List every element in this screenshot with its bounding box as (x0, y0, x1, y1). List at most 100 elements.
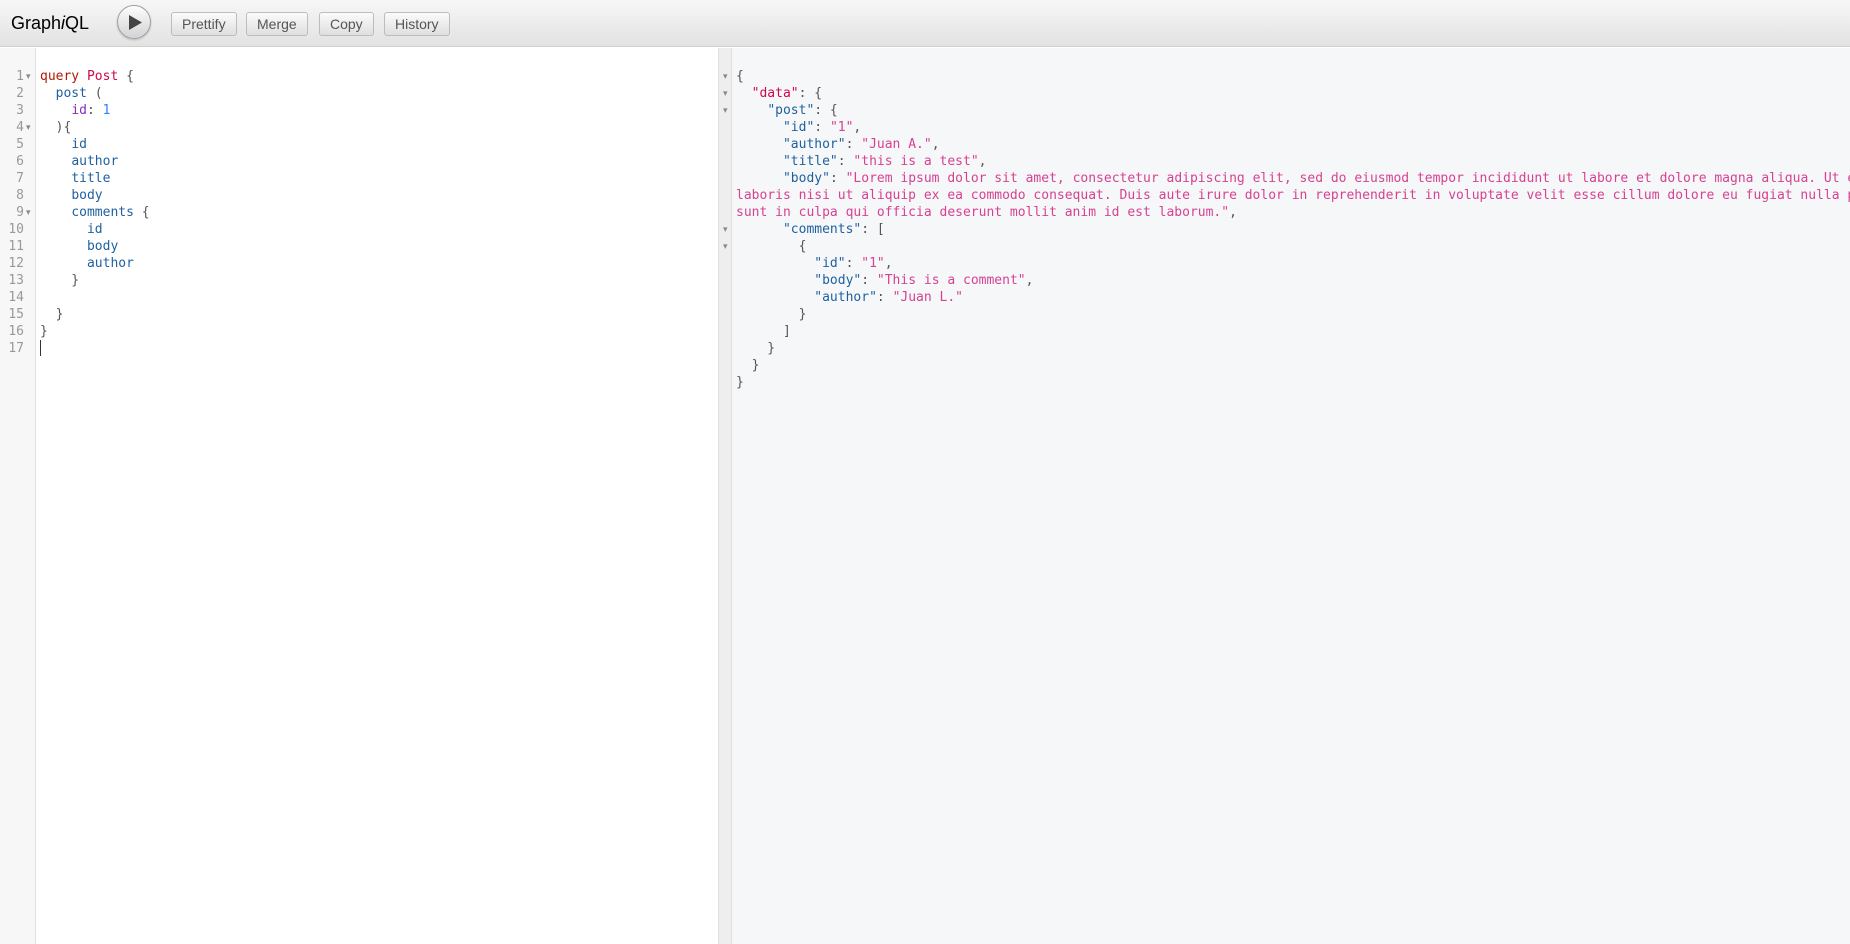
fold-toggle-icon[interactable]: ▾ (723, 68, 728, 85)
json-token: : (814, 120, 830, 135)
text-cursor (40, 340, 41, 356)
result-code-line: "id": "1", (736, 119, 861, 136)
result-code-line: { (736, 238, 807, 255)
json-token: { (736, 239, 807, 254)
prettify-button[interactable]: Prettify (171, 12, 237, 36)
json-token: "title" (782, 154, 838, 169)
code-token: body (86, 239, 119, 254)
json-token: } (736, 358, 760, 373)
code-token: id (71, 103, 87, 118)
code-token: } (40, 307, 64, 322)
code-token: author (71, 154, 119, 169)
json-token: "author" (782, 137, 846, 152)
json-token: { (736, 69, 744, 84)
json-token: "1" (829, 120, 854, 135)
result-code-line: sunt in culpa qui officia deserunt molli… (736, 204, 1237, 221)
json-token: "this is a test" (853, 154, 979, 169)
result-code-line: "comments": [ (736, 221, 885, 238)
result-code-line: } (736, 357, 760, 374)
query-code-line: id: 1 (40, 102, 110, 119)
code-token: id (71, 137, 87, 152)
json-token: , (978, 154, 987, 169)
line-number: 7 (16, 171, 24, 186)
query-code-line: id (40, 221, 103, 238)
json-token: "1" (861, 256, 885, 271)
json-token: : (829, 171, 846, 186)
result-code-line: "title": "this is a test", (736, 153, 987, 170)
toolbar: GraphiQL Prettify Merge Copy History (0, 0, 1850, 47)
result-code-line: "id": "1", (736, 255, 892, 272)
code-token: } (40, 273, 80, 288)
pane-resize-handle[interactable]: ▾ ▾ ▾ ▾ ▾ (718, 48, 732, 944)
line-number: 4 (16, 120, 24, 135)
json-token: } (736, 375, 744, 390)
json-token: ] (736, 324, 791, 339)
code-token: } (40, 324, 48, 339)
line-number: 1 (16, 69, 24, 84)
query-code-line: id (40, 136, 87, 153)
query-line-gutter: 1 2 3 4 5 6 7 8 9 10 11 12 13 14 15 16 17 ▾ ▾ ▾ (0, 48, 36, 944)
code-token: comments (71, 205, 134, 220)
result-viewer: { "data": { "post": { "id": "1", "author… (732, 48, 1850, 944)
json-token: , (1025, 273, 1034, 288)
code-token: Post (86, 69, 119, 84)
line-number: 8 (16, 188, 24, 203)
result-code-line: laboris nisi ut aliquip ex ea commodo co… (736, 187, 1850, 204)
code-token: title (71, 171, 111, 186)
line-number: 11 (8, 239, 24, 254)
fold-toggle-icon[interactable]: ▾ (26, 68, 31, 85)
line-number: 14 (8, 290, 24, 305)
code-token: { (118, 69, 134, 84)
query-code-line: post ( (40, 85, 103, 102)
fold-toggle-icon[interactable]: ▾ (26, 204, 31, 221)
execute-query-button[interactable] (117, 5, 151, 39)
json-token: "id" (782, 120, 815, 135)
json-token: } (736, 341, 776, 356)
result-code-line: ] (736, 323, 791, 340)
fold-toggle-icon[interactable]: ▾ (723, 221, 728, 238)
result-code-line: { (736, 68, 744, 85)
line-number: 13 (8, 273, 24, 288)
query-editor[interactable]: query Post { post ( id: 1 ){ id author t… (36, 48, 718, 944)
json-token: "post" (767, 103, 815, 118)
json-token: "Lorem ipsum dolor sit amet, consectetur… (845, 171, 1850, 186)
fold-toggle-icon[interactable]: ▾ (26, 119, 31, 136)
query-code-line: author (40, 153, 118, 170)
json-token: : (845, 137, 862, 152)
code-token: post (55, 86, 87, 101)
line-number: 12 (8, 256, 24, 271)
line-number: 3 (16, 103, 24, 118)
json-token: "body" (814, 273, 862, 288)
code-token: author (86, 256, 134, 271)
json-token: laboris nisi ut aliquip ex ea commodo co… (736, 188, 1850, 203)
line-number: 10 (8, 222, 24, 237)
json-token: "author" (814, 290, 877, 305)
merge-button[interactable]: Merge (246, 12, 308, 36)
json-token: : [ (861, 222, 885, 237)
result-code-line: "body": "Lorem ipsum dolor sit amet, con… (736, 170, 1850, 187)
query-code-line: } (40, 323, 48, 340)
fold-toggle-icon[interactable]: ▾ (723, 102, 728, 119)
copy-button[interactable]: Copy (319, 12, 374, 36)
result-code-line: } (736, 340, 775, 357)
fold-toggle-icon[interactable]: ▾ (723, 238, 728, 255)
json-token: : { (798, 86, 823, 101)
json-token: , (853, 120, 862, 135)
json-token: : (876, 290, 893, 305)
result-code-line: "author": "Juan A.", (736, 136, 940, 153)
history-button[interactable]: History (384, 12, 450, 36)
fold-toggle-icon[interactable]: ▾ (723, 85, 728, 102)
json-token: : (837, 154, 854, 169)
